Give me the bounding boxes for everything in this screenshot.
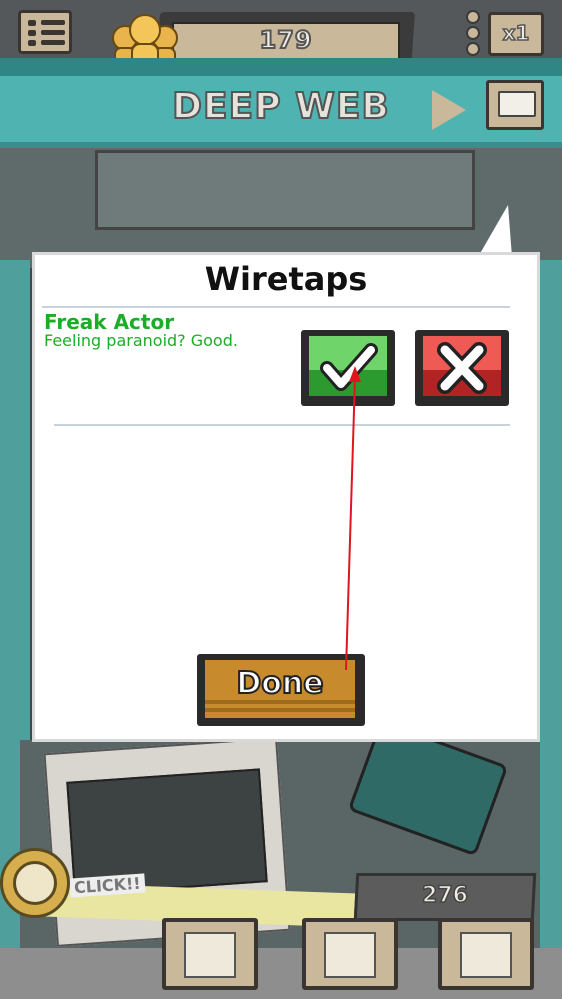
location-bar-shadow [0, 58, 562, 76]
scene-room [95, 150, 475, 230]
popup-tail [478, 205, 512, 257]
chat-bubble-icon [498, 91, 536, 117]
location-title: DEEP WEB [171, 85, 390, 128]
play-triangle-icon[interactable] [432, 90, 466, 130]
fans-nav-button[interactable] [302, 918, 398, 990]
multiplier-button[interactable]: x1 [488, 12, 544, 56]
done-label: Done [235, 665, 324, 702]
reject-button[interactable] [415, 330, 509, 406]
checkmark-icon [320, 343, 378, 391]
shop-nav-button[interactable] [438, 918, 534, 990]
title-divider [42, 306, 510, 308]
accept-button[interactable] [301, 330, 395, 406]
clock-icon[interactable] [0, 848, 70, 918]
done-button[interactable]: Done [197, 654, 365, 726]
item-divider [54, 424, 510, 426]
menu-button[interactable] [18, 10, 72, 54]
score-value: 276 [421, 882, 468, 909]
upgrade-nav-button[interactable] [162, 918, 258, 990]
eye-up-arrow-icon [184, 932, 236, 978]
eye-person-icon [324, 932, 376, 978]
eye-bag-icon [460, 932, 512, 978]
x-cross-icon [437, 342, 487, 394]
chat-button[interactable] [486, 80, 544, 130]
dialog-title: Wiretaps [204, 260, 368, 298]
clock-face [13, 861, 57, 905]
item-description: Feeling paranoid? Good. [44, 331, 238, 350]
vertical-dots-icon[interactable] [465, 10, 481, 58]
fans-count: 179 [258, 25, 313, 55]
